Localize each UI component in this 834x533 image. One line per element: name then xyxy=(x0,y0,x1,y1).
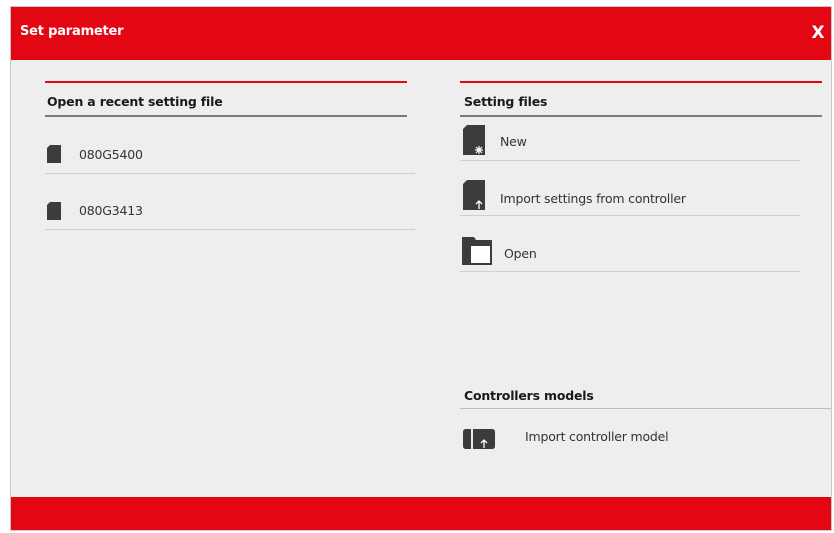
new-file-icon xyxy=(463,125,485,155)
controller-models-heading: Controllers models xyxy=(464,388,594,403)
new-file-item[interactable]: New xyxy=(460,122,800,162)
footer-bar xyxy=(11,497,831,530)
recent-file-item[interactable]: 080G5400 xyxy=(45,139,415,173)
open-file-label: Open xyxy=(504,246,537,261)
file-icon xyxy=(47,145,61,163)
setting-files-heading: Setting files xyxy=(464,94,548,109)
divider xyxy=(45,173,415,174)
import-file-icon xyxy=(463,180,485,210)
open-file-item[interactable]: Open xyxy=(460,233,800,273)
recent-file-label: 080G3413 xyxy=(79,203,143,218)
close-button[interactable]: X xyxy=(807,19,829,47)
import-controller-model-item[interactable]: Import controller model xyxy=(460,419,820,455)
set-parameter-dialog: Set parameter X Open a recent setting fi… xyxy=(10,6,832,531)
recent-file-label: 080G5400 xyxy=(79,147,143,162)
recent-heading: Open a recent setting file xyxy=(47,94,223,109)
recent-heading-divider xyxy=(45,115,407,117)
import-settings-item[interactable]: Import settings from controller xyxy=(460,177,800,217)
controller-import-icon xyxy=(463,429,495,449)
file-icon xyxy=(47,202,61,220)
setting-files-heading-divider xyxy=(460,115,822,117)
recent-accent-line xyxy=(45,81,407,83)
new-file-label: New xyxy=(500,134,527,149)
controller-models-divider xyxy=(460,408,831,409)
recent-file-item[interactable]: 080G3413 xyxy=(45,195,415,229)
import-settings-label: Import settings from controller xyxy=(500,191,686,206)
import-controller-model-label: Import controller model xyxy=(525,429,669,444)
title-bar: Set parameter X xyxy=(11,7,831,60)
folder-icon xyxy=(462,237,492,265)
divider xyxy=(460,271,800,272)
divider xyxy=(460,160,800,161)
divider xyxy=(460,215,800,216)
divider xyxy=(45,229,415,230)
setting-files-accent-line xyxy=(460,81,822,83)
dialog-title: Set parameter xyxy=(20,24,124,39)
